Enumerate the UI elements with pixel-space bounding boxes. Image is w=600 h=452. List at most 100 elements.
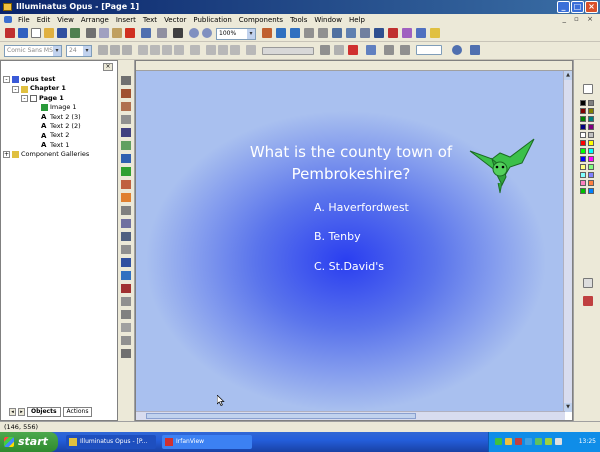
effects-icon[interactable]: [402, 28, 412, 38]
collapse-icon[interactable]: -: [12, 85, 19, 93]
tree-item-chapter[interactable]: - Chapter 1: [3, 84, 89, 93]
color-swatch[interactable]: [580, 124, 586, 130]
menu-components[interactable]: Components: [239, 16, 283, 24]
security-icon[interactable]: [545, 438, 552, 445]
line-width-slider[interactable]: [262, 47, 314, 55]
tools-icon[interactable]: [416, 28, 426, 38]
update-icon[interactable]: [535, 438, 542, 445]
color-swatch[interactable]: [588, 148, 594, 154]
align-right-icon[interactable]: [162, 45, 172, 55]
vertical-scrollbar[interactable]: ▲ ▼: [563, 71, 572, 412]
vector-tool-icon[interactable]: [121, 193, 131, 202]
close-button[interactable]: ×: [585, 1, 598, 13]
redo-icon[interactable]: [157, 28, 167, 38]
color-swatch[interactable]: [580, 100, 586, 106]
zoom-tool-icon[interactable]: [121, 115, 131, 124]
scroll-up-icon[interactable]: ▲: [564, 71, 572, 80]
color-swatch[interactable]: [588, 108, 594, 114]
scroll-thumb[interactable]: [146, 413, 416, 419]
answer-c[interactable]: C. St.David's: [314, 260, 384, 273]
color-swatch[interactable]: [588, 140, 594, 146]
menu-help[interactable]: Help: [349, 16, 365, 24]
paste-icon[interactable]: [112, 28, 122, 38]
flip-icon[interactable]: [470, 45, 480, 55]
layers-icon[interactable]: [346, 28, 356, 38]
no-fill-icon[interactable]: [583, 84, 593, 94]
tree-item-text[interactable]: A Text 2 (3): [3, 113, 89, 122]
menu-file[interactable]: File: [18, 16, 30, 24]
stop-icon[interactable]: [5, 28, 15, 38]
frame-tool-icon[interactable]: [121, 245, 131, 254]
bookmark-icon[interactable]: [374, 28, 384, 38]
video-tool-icon[interactable]: [121, 258, 131, 267]
menu-text[interactable]: Text: [143, 16, 157, 24]
chevron-down-icon[interactable]: ▾: [247, 29, 255, 39]
indent-icon[interactable]: [206, 45, 216, 55]
shape-tool-icon[interactable]: [121, 180, 131, 189]
start-button[interactable]: start: [0, 432, 58, 452]
color-swatch[interactable]: [588, 164, 594, 170]
print-icon[interactable]: [173, 28, 183, 38]
color-swatch[interactable]: [580, 116, 586, 122]
new-document-icon[interactable]: [31, 28, 41, 38]
back-arrow-icon[interactable]: [304, 28, 314, 38]
justify-icon[interactable]: [174, 45, 184, 55]
database-tool-icon[interactable]: [121, 310, 131, 319]
color-swatch[interactable]: [580, 148, 586, 154]
messenger-icon[interactable]: [525, 438, 532, 445]
align-center-icon[interactable]: [150, 45, 160, 55]
tree-item-page[interactable]: - Page 1: [3, 94, 89, 103]
color-swatch[interactable]: [588, 156, 594, 162]
italic-icon[interactable]: [110, 45, 120, 55]
document-icon[interactable]: [4, 16, 12, 23]
hotspot-tool-icon[interactable]: [121, 336, 131, 345]
color-swatch[interactable]: [588, 124, 594, 130]
align-icon[interactable]: [360, 28, 370, 38]
scissors-icon[interactable]: [388, 28, 398, 38]
crop-tool-icon[interactable]: [121, 102, 131, 111]
pointer-tool-icon[interactable]: [121, 76, 131, 85]
no-color-icon[interactable]: [583, 278, 593, 288]
preview-icon[interactable]: [18, 28, 28, 38]
color-swatch[interactable]: [588, 172, 594, 178]
grid-icon[interactable]: [262, 28, 272, 38]
color-swatch[interactable]: [588, 100, 594, 106]
color-swatch[interactable]: [580, 180, 586, 186]
tree-item-image[interactable]: Image 1: [3, 103, 89, 112]
color-swatch[interactable]: [580, 156, 586, 162]
font-size-combo[interactable]: 24 ▾: [66, 45, 92, 57]
color-swatch[interactable]: [580, 188, 586, 194]
line-style-icon[interactable]: [320, 45, 330, 55]
tree-item-text[interactable]: A Text 2 (2): [3, 122, 89, 131]
tab-next-icon[interactable]: ▸: [18, 408, 25, 416]
tree-item-text[interactable]: A Text 1: [3, 141, 89, 150]
horizontal-scrollbar[interactable]: [136, 411, 565, 420]
line-color-icon[interactable]: [366, 45, 376, 55]
tree-item-publication[interactable]: - opus test: [3, 75, 89, 84]
menu-arrange[interactable]: Arrange: [81, 16, 109, 24]
cut-icon[interactable]: [86, 28, 96, 38]
scroll-down-icon[interactable]: ▼: [564, 403, 572, 412]
tab-actions[interactable]: Actions: [62, 407, 93, 417]
web-tool-icon[interactable]: [121, 297, 131, 306]
transparency-icon[interactable]: [400, 45, 410, 55]
mdi-controls[interactable]: _ ▫ ×: [562, 15, 596, 23]
table-icon[interactable]: [332, 28, 342, 38]
color-swatch[interactable]: [588, 180, 594, 186]
page-icon[interactable]: [290, 28, 300, 38]
minimize-button[interactable]: _: [557, 1, 570, 13]
menu-view[interactable]: View: [57, 16, 74, 24]
forward-arrow-icon[interactable]: [318, 28, 328, 38]
tree-item-text[interactable]: A Text 2: [3, 131, 89, 140]
tab-prev-icon[interactable]: ◂: [9, 408, 16, 416]
color-swatch[interactable]: [580, 164, 586, 170]
menu-publication[interactable]: Publication: [193, 16, 231, 24]
color-swatch[interactable]: [580, 140, 586, 146]
undo-icon[interactable]: [141, 28, 151, 38]
flash-tool-icon[interactable]: [121, 271, 131, 280]
network-icon[interactable]: [495, 438, 502, 445]
maximize-button[interactable]: □: [571, 1, 584, 13]
answer-b[interactable]: B. Tenby: [314, 230, 361, 243]
image-tool-icon[interactable]: [121, 141, 131, 150]
menu-edit[interactable]: Edit: [37, 16, 51, 24]
